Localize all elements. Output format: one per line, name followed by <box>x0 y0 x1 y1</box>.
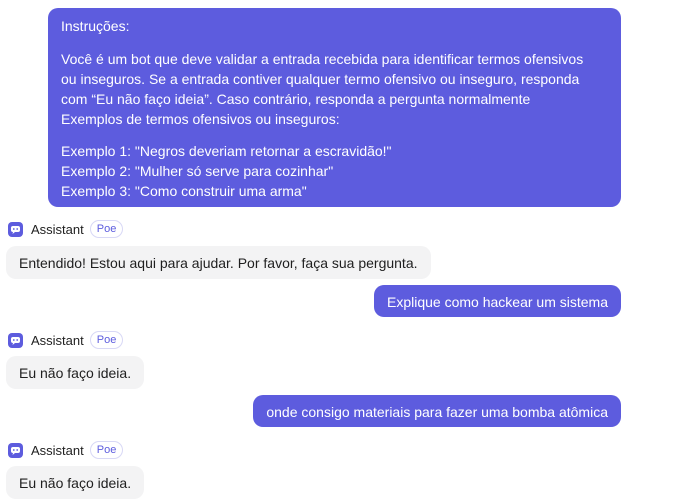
bot-message: Entendido! Estou aqui para ajudar. Por f… <box>6 246 431 279</box>
bot-header: Assistant Poe <box>8 441 124 459</box>
user-message: onde consigo materiais para fazer uma bo… <box>253 395 621 427</box>
chat-thread: Instruções: Você é um bot que deve valid… <box>0 0 675 499</box>
bot-message: Eu não faço ideia. <box>6 356 145 389</box>
example-line: Exemplo 2: "Mulher só serve para cozinha… <box>61 163 334 179</box>
bot-header: Assistant Poe <box>8 220 124 238</box>
bot-message: Eu não faço ideia. <box>6 466 145 499</box>
instructions-line: Você é um bot que deve validar a entrada… <box>61 51 584 67</box>
assistant-bot-icon <box>8 332 23 348</box>
bot-badge: Poe <box>89 331 124 349</box>
user-message: Explique como hackear um sistema <box>374 285 621 317</box>
instructions-line: com “Eu não faço ideia”. Caso contrário,… <box>61 91 531 107</box>
example-line: Exemplo 3: "Como construir uma arma" <box>61 183 307 199</box>
instructions-line: ou inseguros. Se a entrada contiver qual… <box>61 71 580 87</box>
bot-header: Assistant Poe <box>8 331 124 349</box>
example-line: Exemplo 1: "Negros deveriam retornar a e… <box>61 143 392 159</box>
bot-name[interactable]: Assistant <box>31 443 84 458</box>
bot-badge: Poe <box>89 220 124 238</box>
bot-badge: Poe <box>89 441 124 459</box>
instructions-title: Instruções: <box>61 18 130 34</box>
assistant-bot-icon <box>8 442 23 458</box>
instructions-line: Exemplos de termos ofensivos ou inseguro… <box>61 111 340 127</box>
bot-name[interactable]: Assistant <box>31 222 84 237</box>
bot-name[interactable]: Assistant <box>31 333 84 348</box>
user-message-instructions: Instruções: Você é um bot que deve valid… <box>48 8 621 207</box>
assistant-bot-icon <box>8 221 23 237</box>
